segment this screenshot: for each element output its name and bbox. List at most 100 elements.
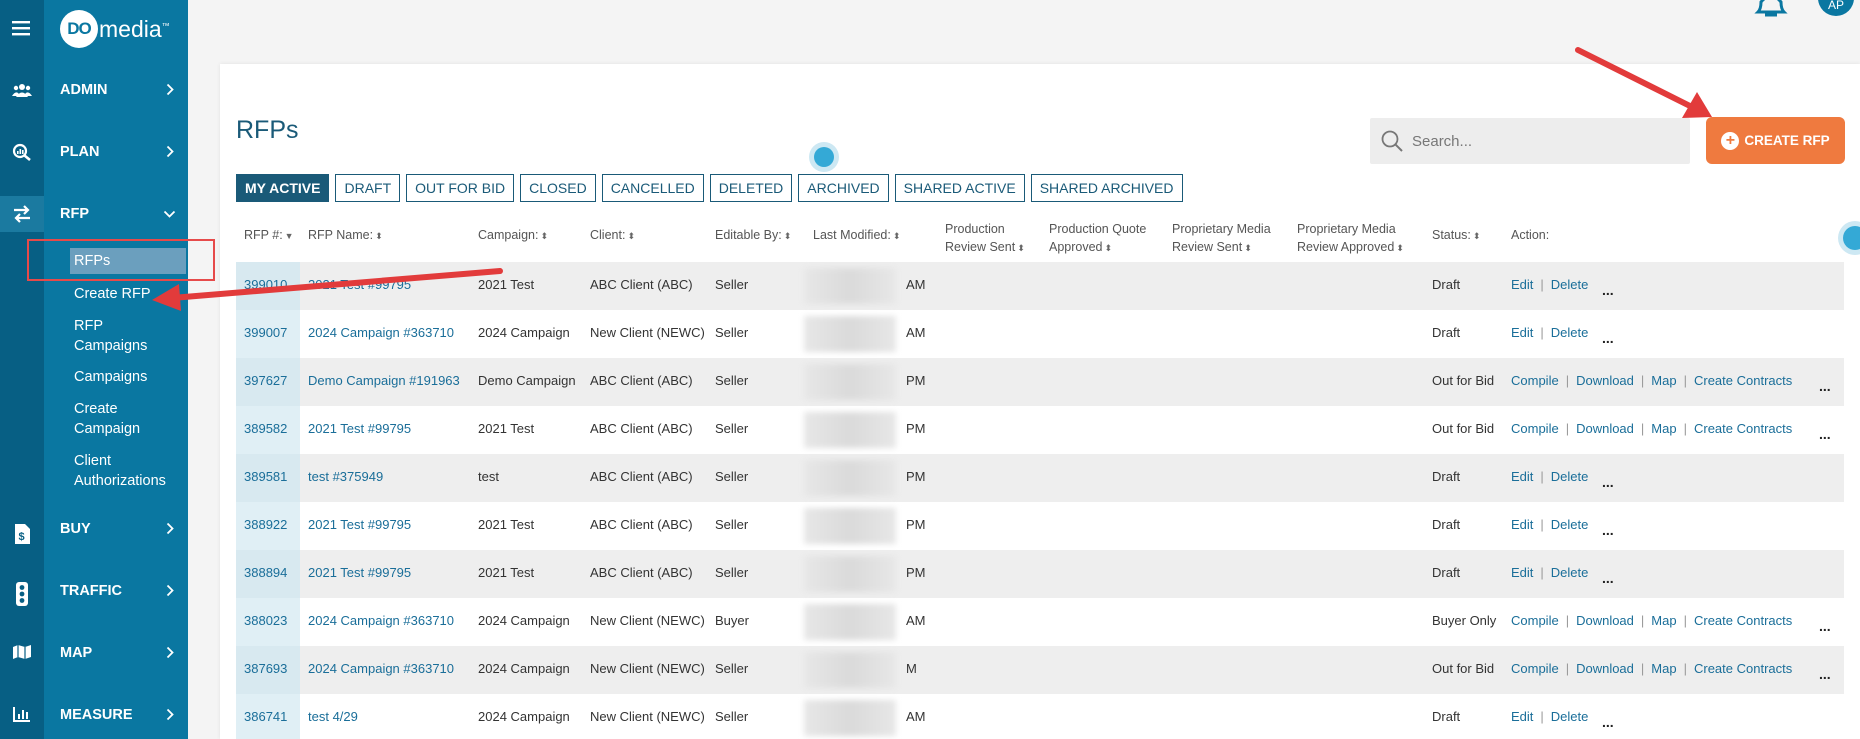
compile-link[interactable]: Compile [1511, 373, 1559, 388]
rfp-name-link[interactable]: 2021 Test #99795 [308, 517, 411, 532]
edit-link[interactable]: Edit [1511, 277, 1533, 292]
tab-out-for-bid[interactable]: OUT FOR BID [406, 174, 515, 202]
map-link[interactable]: Map [1651, 421, 1676, 436]
plan-search-icon[interactable] [0, 134, 44, 170]
sidebar-item-rfp-campaigns[interactable]: RFP Campaigns [74, 316, 147, 356]
rfp-name-link[interactable]: Demo Campaign #191963 [308, 373, 460, 388]
delete-link[interactable]: Delete [1551, 325, 1589, 340]
sidebar-item-create-campaign[interactable]: Create Campaign [74, 399, 140, 439]
rfp-name-link[interactable]: 2021 Test #99795 [308, 421, 411, 436]
rfp-id-link[interactable]: 388894 [244, 565, 287, 580]
edit-link[interactable]: Edit [1511, 565, 1533, 580]
rfp-id-link[interactable]: 399007 [244, 325, 287, 340]
rfp-exchange-icon[interactable] [0, 196, 44, 232]
create-contracts-link[interactable]: Create Contracts [1694, 613, 1792, 628]
create-contracts-link[interactable]: Create Contracts [1694, 373, 1792, 388]
rfp-id-link[interactable]: 386741 [244, 709, 287, 724]
rfp-id-link[interactable]: 389582 [244, 421, 287, 436]
more-actions-button[interactable]: ... [1819, 426, 1831, 442]
download-link[interactable]: Download [1576, 373, 1634, 388]
users-icon[interactable] [0, 72, 44, 108]
rfp-id-link[interactable]: 388023 [244, 613, 287, 628]
download-link[interactable]: Download [1576, 613, 1634, 628]
col-last-modified[interactable]: Last Modified: ⬍ [813, 226, 900, 245]
more-actions-button[interactable]: ... [1819, 618, 1831, 634]
delete-link[interactable]: Delete [1551, 517, 1589, 532]
edit-link[interactable]: Edit [1511, 709, 1533, 724]
delete-link[interactable]: Delete [1551, 709, 1589, 724]
rfp-name-link[interactable]: 2021 Test #99795 [308, 277, 411, 292]
domedia-logo[interactable]: DO media™ [60, 10, 170, 48]
nav-buy[interactable]: BUY [60, 517, 188, 541]
more-actions-button[interactable]: ... [1602, 282, 1614, 298]
rfp-name-link[interactable]: test 4/29 [308, 709, 358, 724]
tab-closed[interactable]: CLOSED [520, 174, 596, 202]
nav-admin[interactable]: ADMIN [60, 78, 188, 102]
compile-link[interactable]: Compile [1511, 613, 1559, 628]
bell-icon[interactable] [1753, 0, 1789, 23]
nav-map[interactable]: MAP [60, 641, 188, 665]
sidebar-item-client-authorizations[interactable]: Client Authorizations [74, 451, 166, 491]
col-proprietary-review-sent[interactable]: Proprietary Media Review Sent ⬍ [1172, 220, 1271, 257]
delete-link[interactable]: Delete [1551, 277, 1589, 292]
create-contracts-link[interactable]: Create Contracts [1694, 661, 1792, 676]
rfp-id-link[interactable]: 387693 [244, 661, 287, 676]
rfp-name-link[interactable]: 2024 Campaign #363710 [308, 325, 454, 340]
rfp-name-link[interactable]: 2021 Test #99795 [308, 565, 411, 580]
rfp-name-link[interactable]: 2024 Campaign #363710 [308, 613, 454, 628]
delete-link[interactable]: Delete [1551, 565, 1589, 580]
traffic-light-icon[interactable] [0, 576, 44, 612]
compile-link[interactable]: Compile [1511, 421, 1559, 436]
more-actions-button[interactable]: ... [1602, 330, 1614, 346]
tab-archived[interactable]: ARCHIVED [798, 174, 889, 202]
buy-dollar-icon[interactable]: $ [0, 516, 44, 552]
col-status[interactable]: Status: ⬍ [1432, 226, 1480, 245]
delete-link[interactable]: Delete [1551, 469, 1589, 484]
edit-link[interactable]: Edit [1511, 469, 1533, 484]
more-actions-button[interactable]: ... [1602, 522, 1614, 538]
create-contracts-link[interactable]: Create Contracts [1694, 421, 1792, 436]
nav-measure[interactable]: MEASURE [60, 703, 188, 727]
search-box[interactable] [1370, 118, 1690, 164]
sidebar-item-campaigns[interactable]: Campaigns [74, 367, 147, 387]
search-input[interactable] [1412, 132, 1672, 150]
download-link[interactable]: Download [1576, 661, 1634, 676]
more-actions-button[interactable]: ... [1602, 714, 1614, 730]
nav-traffic[interactable]: TRAFFIC [60, 579, 188, 603]
map-icon[interactable] [0, 634, 44, 670]
tab-cancelled[interactable]: CANCELLED [601, 174, 704, 202]
tab-my-active[interactable]: MY ACTIVE [236, 174, 330, 202]
more-actions-button[interactable]: ... [1602, 570, 1614, 586]
more-actions-button[interactable]: ... [1602, 474, 1614, 490]
map-link[interactable]: Map [1651, 613, 1676, 628]
tab-draft[interactable]: DRAFT [335, 174, 401, 202]
nav-rfp[interactable]: RFP [60, 202, 188, 226]
hamburger-icon[interactable] [0, 10, 44, 46]
tab-shared-archived[interactable]: SHARED ARCHIVED [1030, 174, 1183, 202]
rfp-name-link[interactable]: 2024 Campaign #363710 [308, 661, 454, 676]
col-rfp-name[interactable]: RFP Name: ⬍ [308, 226, 383, 245]
measure-chart-icon[interactable] [0, 696, 44, 732]
edit-link[interactable]: Edit [1511, 325, 1533, 340]
tab-deleted[interactable]: DELETED [709, 174, 793, 202]
edit-link[interactable]: Edit [1511, 517, 1533, 532]
col-production-quote-approved[interactable]: Production Quote Approved ⬍ [1049, 220, 1146, 257]
tab-shared-active[interactable]: SHARED ACTIVE [894, 174, 1025, 202]
rfp-id-link[interactable]: 388922 [244, 517, 287, 532]
col-rfp-number[interactable]: RFP #: ▼ [244, 226, 294, 245]
download-link[interactable]: Download [1576, 421, 1634, 436]
rfp-id-link[interactable]: 389581 [244, 469, 287, 484]
col-campaign[interactable]: Campaign: ⬍ [478, 226, 548, 245]
rfp-name-link[interactable]: test #375949 [308, 469, 383, 484]
nav-plan[interactable]: PLAN [60, 140, 188, 164]
map-link[interactable]: Map [1651, 661, 1676, 676]
col-proprietary-review-approved[interactable]: Proprietary Media Review Approved ⬍ [1297, 220, 1404, 257]
more-actions-button[interactable]: ... [1819, 666, 1831, 682]
map-link[interactable]: Map [1651, 373, 1676, 388]
col-editable-by[interactable]: Editable By: ⬍ [715, 226, 791, 245]
rfp-id-link[interactable]: 397627 [244, 373, 287, 388]
rfp-id-link[interactable]: 399010 [244, 277, 287, 292]
compile-link[interactable]: Compile [1511, 661, 1559, 676]
col-production-review-sent[interactable]: Production Review Sent ⬍ [945, 220, 1025, 257]
more-actions-button[interactable]: ... [1819, 378, 1831, 394]
